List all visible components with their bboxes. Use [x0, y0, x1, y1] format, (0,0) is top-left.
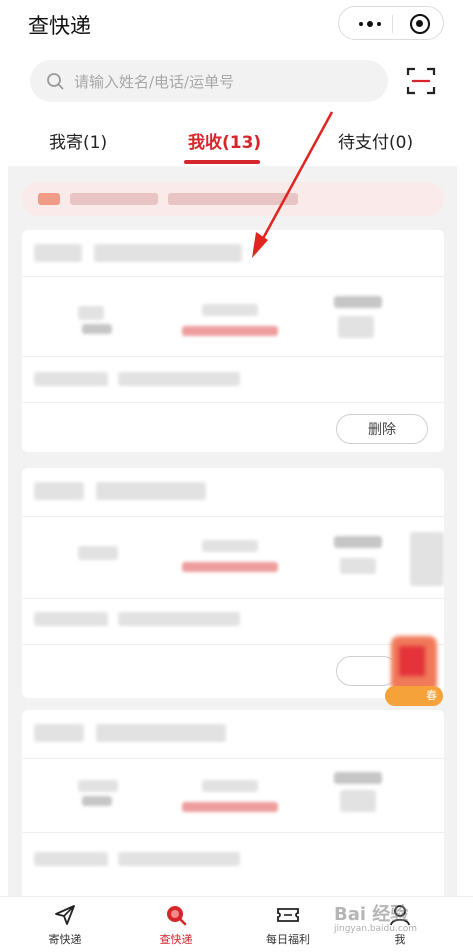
mini-program-capsule [338, 6, 444, 40]
origin-blurred [82, 796, 112, 806]
detail-blurred [118, 612, 240, 626]
tracking-number-blurred [96, 724, 226, 742]
card-divider [22, 644, 444, 645]
more-dots-icon[interactable] [355, 16, 385, 32]
notice-text-blurred [70, 193, 158, 205]
notice-icon [38, 193, 60, 205]
header: 查快递 [0, 0, 473, 50]
package-card[interactable]: 删除 [22, 230, 444, 452]
search-placeholder: 请输入姓名/电话/运单号 [74, 73, 235, 91]
tabbar-send[interactable]: 寄快递 [30, 897, 100, 952]
tracking-number-blurred [96, 482, 206, 500]
status-blurred [202, 540, 258, 552]
card-divider [22, 276, 444, 277]
status-progress-blurred [182, 326, 278, 336]
destination-blurred [340, 790, 376, 812]
destination-blurred [334, 536, 382, 548]
side-blurred [410, 532, 444, 586]
tab-bar: 我寄(1) 我收(13) 待支付(0) [0, 112, 473, 166]
destination-blurred [338, 316, 374, 338]
detail-blurred [34, 852, 108, 866]
tab-sent[interactable]: 我寄(1) [49, 128, 107, 153]
capsule-divider [392, 15, 393, 33]
package-card[interactable] [22, 468, 444, 698]
status-progress-blurred [182, 562, 278, 572]
carrier-name-blurred [34, 724, 84, 742]
destination-blurred [334, 296, 382, 308]
detail-blurred [118, 372, 240, 386]
page-title: 查快递 [28, 14, 91, 38]
watermark-text: Bai 经验 [334, 904, 409, 925]
card-divider [22, 356, 444, 357]
destination-blurred [340, 558, 376, 574]
tab-received[interactable]: 我收(13) [188, 128, 261, 153]
target-icon[interactable] [410, 14, 430, 34]
active-tab-indicator [184, 160, 260, 164]
tabbar-query-label: 查快递 [159, 933, 193, 946]
tab-pending-payment[interactable]: 待支付(0) [338, 128, 413, 153]
status-progress-blurred [182, 802, 278, 812]
watermark-subtext: jingyan.baidu.com [334, 924, 418, 934]
floating-promo-badge[interactable]: 春 [385, 636, 443, 708]
status-blurred [202, 304, 258, 316]
tracking-number-blurred [94, 244, 242, 262]
origin-blurred [78, 780, 118, 792]
notice-banner[interactable] [22, 182, 444, 216]
destination-blurred [334, 772, 382, 784]
send-plane-icon [55, 905, 75, 925]
promo-image [399, 646, 425, 676]
detail-blurred [34, 612, 108, 626]
tabbar-query[interactable]: 查快递 [141, 897, 211, 952]
card-divider [22, 758, 444, 759]
tabbar-welfare[interactable]: 每日福利 [253, 897, 323, 952]
tabbar-send-label: 寄快递 [48, 933, 82, 946]
detail-blurred [118, 852, 240, 866]
watermark: Bai 经验 jingyan.baidu.com [334, 900, 417, 934]
search-bar[interactable]: 请输入姓名/电话/运单号 [30, 60, 388, 102]
card-divider [22, 598, 444, 599]
tabbar-welfare-label: 每日福利 [266, 933, 310, 946]
card-divider [22, 832, 444, 833]
promo-tag: 春 [385, 686, 443, 706]
origin-blurred [78, 306, 104, 320]
delete-button[interactable]: 删除 [336, 414, 428, 444]
status-blurred [202, 780, 258, 792]
card-divider [22, 402, 444, 403]
card-divider [22, 516, 444, 517]
carrier-name-blurred [34, 244, 82, 262]
origin-blurred [82, 324, 112, 334]
package-card[interactable] [22, 710, 444, 896]
detail-blurred [34, 372, 108, 386]
express-query-page: 查快递 请输入姓名/电话/运单号 我寄(1) 我收(13) 待支付(0) 删除 … [0, 0, 473, 952]
search-package-icon [167, 906, 187, 926]
search-icon [47, 73, 64, 90]
notice-text-blurred [168, 193, 298, 205]
origin-blurred [78, 546, 118, 560]
package-list: 删除 [8, 166, 457, 896]
carrier-name-blurred [34, 482, 84, 500]
scan-icon[interactable] [406, 66, 436, 96]
ticket-icon [277, 908, 299, 922]
